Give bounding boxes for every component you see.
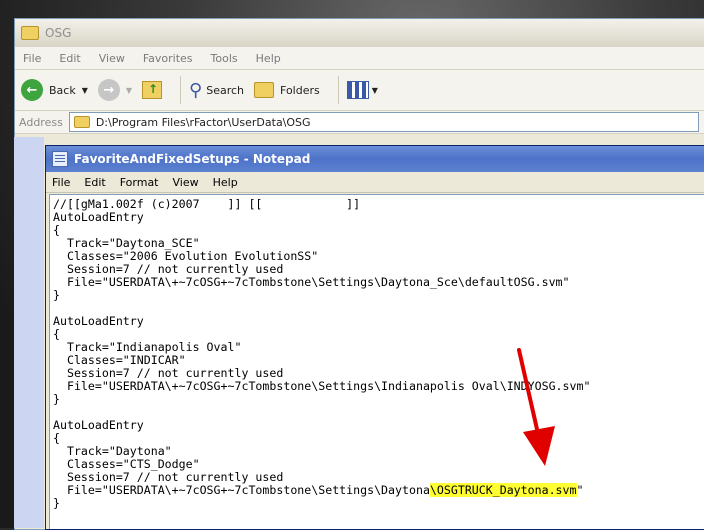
annotation-arrow bbox=[517, 348, 555, 466]
arrow-head bbox=[523, 426, 555, 466]
arrow-shaft bbox=[517, 348, 541, 440]
